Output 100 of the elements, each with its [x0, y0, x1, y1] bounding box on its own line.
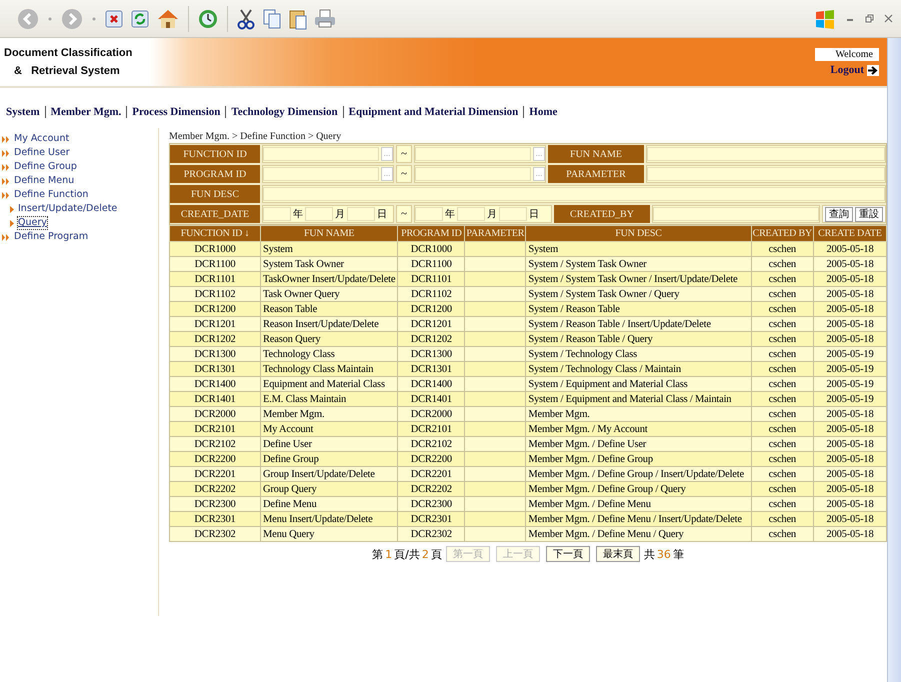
close-icon[interactable]	[884, 14, 893, 23]
table-cell: DCR1401	[170, 392, 260, 406]
table-cell: System / Reason Table / Query	[526, 332, 752, 346]
column-header[interactable]: FUN DESC	[526, 226, 752, 242]
nav-link[interactable]: Home	[529, 106, 558, 118]
nav-link[interactable]: Equipment and Material Dimension	[348, 106, 518, 118]
table-cell: DCR2202	[170, 482, 260, 496]
input-field[interactable]	[415, 167, 531, 181]
table-cell: cschen	[751, 422, 814, 436]
column-header[interactable]: PROGRAM ID	[398, 226, 465, 242]
sidebar-item[interactable]: Define Group	[13, 160, 78, 174]
sidebar-item[interactable]: Query	[17, 216, 48, 230]
sidebar-item[interactable]: Define Menu	[13, 174, 76, 188]
table-cell: DCR2301	[170, 512, 260, 526]
input-field[interactable]	[415, 147, 531, 161]
table-cell: System / Reason Table	[526, 302, 752, 316]
restore-icon[interactable]	[865, 14, 874, 23]
table-cell: cschen	[751, 272, 814, 286]
field-label: CREATED_BY	[554, 205, 650, 223]
table-cell: Menu Insert/Update/Delete	[260, 512, 398, 526]
table-cell: DCR2200	[170, 452, 260, 466]
table-cell	[464, 376, 526, 392]
date-input[interactable]	[347, 207, 375, 221]
forward-icon[interactable]	[60, 6, 84, 30]
copy-icon[interactable]	[262, 8, 282, 30]
sidebar-item[interactable]: Define Function	[13, 188, 90, 202]
table-cell: 2005-05-18	[814, 242, 886, 256]
table-cell: DCR1201	[398, 316, 465, 332]
date-input[interactable]	[457, 207, 485, 221]
table-cell: 2005-05-19	[814, 346, 886, 362]
nav-link[interactable]: Technology Dimension	[231, 106, 338, 118]
table-cell: Technology Class	[260, 346, 398, 362]
table-cell: cschen	[751, 452, 814, 466]
sidebar-item[interactable]: Define User	[13, 146, 71, 160]
date-input[interactable]	[263, 207, 291, 221]
table-cell: System / System Task Owner	[526, 256, 752, 272]
table-cell: DCR1400	[398, 376, 465, 392]
table-cell: DCR1101	[170, 272, 260, 286]
history-icon[interactable]	[197, 8, 219, 30]
column-header[interactable]: FUN NAME	[260, 226, 398, 242]
print-icon[interactable]	[314, 8, 336, 28]
table-cell: DCR1200	[170, 302, 260, 316]
column-header[interactable]: CREATE DATE	[814, 226, 886, 242]
table-cell: Member Mgm. / Define Group / Query	[526, 482, 752, 496]
table-cell: Menu Query	[260, 526, 398, 542]
table-cell: DCR1400	[170, 376, 260, 392]
field-label: PARAMETER	[548, 165, 644, 183]
form-button[interactable]: 重設	[855, 206, 883, 222]
table-cell: 2005-05-18	[814, 452, 886, 466]
pager-text: 共	[644, 546, 655, 562]
form-button[interactable]: 查詢	[825, 206, 853, 222]
table-cell: 2005-05-18	[814, 466, 886, 482]
table-cell: cschen	[751, 466, 814, 482]
table-cell: 2005-05-18	[814, 272, 886, 286]
input-field[interactable]	[263, 147, 379, 161]
date-input[interactable]	[415, 207, 443, 221]
input-field[interactable]	[647, 167, 885, 181]
dropdown-dot-icon[interactable]	[48, 16, 52, 20]
input-field[interactable]	[653, 207, 819, 221]
input-field[interactable]	[263, 187, 885, 201]
table-cell: DCR2300	[398, 496, 465, 512]
dropdown-dot-icon[interactable]	[92, 16, 96, 20]
paste-icon[interactable]	[288, 8, 308, 30]
column-header[interactable]: CREATED BY	[751, 226, 814, 242]
table-cell: Member Mgm. / Define Menu / Query	[526, 526, 752, 542]
nav-link[interactable]: Process Dimension	[132, 106, 220, 118]
table-cell: DCR1300	[398, 346, 465, 362]
scrollbar[interactable]	[887, 38, 901, 682]
table-cell: DCR2000	[170, 406, 260, 422]
nav-link[interactable]: System	[6, 106, 40, 118]
refresh-icon[interactable]	[130, 8, 150, 28]
sidebar-item[interactable]: Define Program	[13, 230, 90, 244]
table-cell: DCR1102	[170, 286, 260, 302]
table-cell: TaskOwner Insert/Update/Delete	[260, 272, 398, 286]
home-icon[interactable]	[156, 8, 180, 30]
field-label: CREATE_DATE	[170, 205, 260, 223]
table-cell: cschen	[751, 406, 814, 422]
logout-link[interactable]: Logout	[830, 64, 879, 76]
table-cell	[464, 526, 526, 542]
input-field[interactable]	[263, 167, 379, 181]
sidebar-item[interactable]: Insert/Update/Delete	[17, 202, 118, 216]
pager-button[interactable]: 最末頁	[596, 546, 640, 562]
back-icon[interactable]	[16, 6, 40, 30]
pager-button[interactable]: 下一頁	[546, 546, 590, 562]
table-cell: Group Insert/Update/Delete	[260, 466, 398, 482]
column-header[interactable]: PARAMETER	[464, 226, 526, 242]
date-input[interactable]	[499, 207, 527, 221]
table-cell: DCR1401	[398, 392, 465, 406]
table-cell: Define User	[260, 436, 398, 452]
input-field[interactable]	[647, 147, 885, 161]
date-input[interactable]	[305, 207, 333, 221]
range-separator: ~	[396, 145, 412, 163]
table-cell: DCR1200	[398, 302, 465, 316]
stop-icon[interactable]	[104, 8, 124, 28]
column-header[interactable]: FUNCTION ID ↓	[170, 226, 260, 242]
table-cell: cschen	[751, 302, 814, 316]
nav-link[interactable]: Member Mgm.	[50, 106, 122, 118]
cut-icon[interactable]	[236, 8, 256, 30]
sidebar-item[interactable]: My Account	[13, 132, 70, 146]
breadcrumb: Member Mgm. > Define Function > Query	[169, 130, 342, 143]
